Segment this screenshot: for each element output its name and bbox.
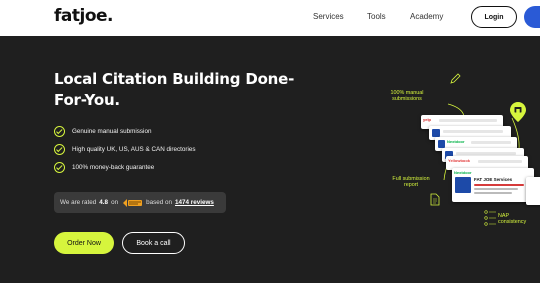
feature-item: 100% money-back guarantee <box>54 162 154 173</box>
nap-consistency-label: NAP consistency <box>498 213 527 225</box>
page-title: Local Citation Building Done-For-You. <box>54 70 295 109</box>
approved-badge-icon <box>121 198 143 208</box>
main-listing-card: Nextdoor FAT JOE Services <box>452 168 534 202</box>
feature-text: High quality UK, US, AUS & CAN directori… <box>72 146 196 153</box>
card-brand: Nextdoor <box>454 170 472 175</box>
rating-score: 4.8 <box>99 199 109 206</box>
location-pin-icon <box>510 102 526 122</box>
listing-title: FAT JOE Services <box>474 177 513 182</box>
check-circle-icon <box>54 144 65 155</box>
fatjoe-logo[interactable]: fatjoe. <box>54 6 114 26</box>
nap-checklist-icon <box>484 210 496 226</box>
rating-on: on <box>111 199 119 206</box>
book-call-button[interactable]: Book a call <box>122 232 185 254</box>
nav-tools[interactable]: Tools <box>367 12 386 21</box>
manual-submissions-label: 100% manual submissions <box>390 90 424 102</box>
check-circle-icon <box>54 126 65 137</box>
signup-button[interactable] <box>524 6 540 28</box>
nav-academy[interactable]: Academy <box>410 12 443 21</box>
reviews-link[interactable]: 1474 reviews <box>175 199 214 206</box>
nav-services[interactable]: Services <box>313 12 344 21</box>
feature-text: 100% money-back guarantee <box>72 164 155 171</box>
pencil-icon <box>450 73 461 84</box>
login-button[interactable]: Login <box>471 6 517 28</box>
side-card <box>526 177 540 205</box>
feature-item: Genuine manual submission <box>54 126 151 137</box>
feature-text: Genuine manual submission <box>72 128 152 135</box>
document-icon <box>430 193 440 206</box>
full-submission-report-label: Full submission report <box>392 176 430 188</box>
card-brand: Yellowbook <box>448 158 471 163</box>
feature-item: High quality UK, US, AUS & CAN directori… <box>54 144 196 155</box>
card-brand: Nextdoor <box>447 139 465 144</box>
rating-box: We are rated 4.8 on based on 1474 review… <box>54 192 226 213</box>
check-circle-icon <box>54 162 65 173</box>
rating-middle: based on <box>146 199 172 206</box>
card-brand: yelp <box>423 117 432 122</box>
order-now-button[interactable]: Order Now <box>54 232 114 254</box>
rating-prefix: We are rated <box>60 199 97 206</box>
top-nav-bar: fatjoe. Services Tools Academy Login <box>0 0 540 36</box>
